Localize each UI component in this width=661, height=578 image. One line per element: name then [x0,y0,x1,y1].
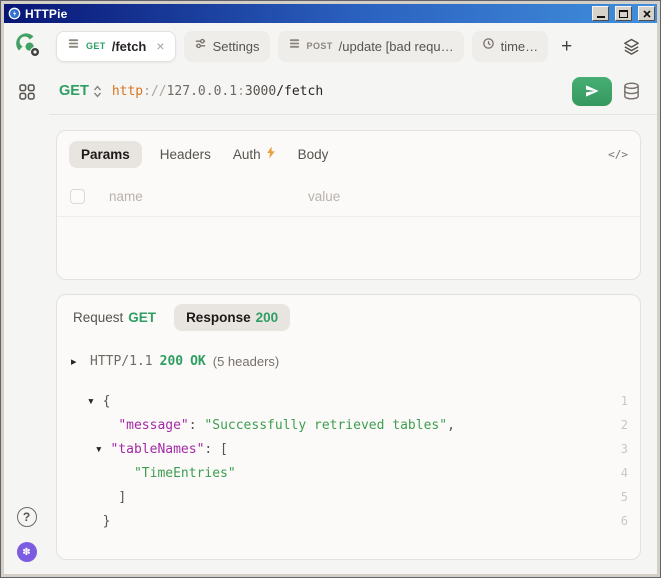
url-bar: GET http://127.0.0.1:3000/fetch [56,69,641,113]
maximize-button[interactable] [615,6,632,21]
account-avatar[interactable]: ✽ [17,542,37,562]
tab-response-view[interactable]: Response 200 [174,304,290,331]
url-scheme: http [112,84,143,99]
line-number: 2 [621,418,628,432]
response-panel-tabs: Request GET Response 200 [57,295,640,340]
collapse-arrow-icon[interactable]: ▸ [71,355,83,368]
code-line: "TimeEntries"4 [87,461,628,485]
method-label: GET [59,83,89,99]
line-number: 5 [621,490,628,504]
code-line: ▾ "tableNames": [3 [87,437,628,461]
status-headers-count: (5 headers) [213,354,279,369]
status-reason: OK [190,354,206,369]
method-dropdown-icon [93,85,102,98]
layers-icon [622,37,641,56]
param-name-input[interactable] [109,189,284,204]
code-view-toggle-icon[interactable]: </> [608,148,628,161]
line-number: 1 [621,394,628,408]
maximize-icon [619,10,628,18]
database-icon [622,81,641,102]
tab-request-view[interactable]: Request GET [69,304,160,331]
request-stack-icon [67,37,80,55]
param-value-input[interactable] [308,189,626,204]
environment-button[interactable] [622,81,641,102]
close-button[interactable] [638,6,655,21]
httpie-titlebar-icon [8,7,21,20]
response-panel: Request GET Response 200 ▸ HTTP/1.1 200 … [56,294,641,560]
minimize-icon [597,16,605,18]
url-input[interactable]: http://127.0.0.1:3000/fetch [112,84,562,99]
avatar-icon: ✽ [22,547,30,558]
tab-bar: GET /fetch × Settings POST /update [bad … [56,23,641,69]
close-icon [643,10,651,18]
tab-headers[interactable]: Headers [156,141,215,168]
url-path: /fetch [276,84,323,99]
tab-time[interactable]: time… [472,31,549,62]
app-window: HTTPie [0,0,661,578]
tab-get-fetch[interactable]: GET /fetch × [56,31,176,62]
tab-settings[interactable]: Settings [184,31,270,62]
fold-toggle-icon[interactable]: ▾ [95,442,103,457]
url-host: 127.0.0.1 [167,84,237,99]
response-status-line[interactable]: ▸ HTTP/1.1 200 OK (5 headers) [57,340,640,369]
tabs-overview-button[interactable] [622,37,641,56]
tab-params[interactable]: Params [69,141,142,168]
httpie-logo [13,30,41,58]
lightning-icon [266,146,276,162]
method-selector[interactable]: GET [59,83,102,99]
param-checkbox[interactable] [70,189,85,204]
code-line: "message": "Successfully retrieved table… [87,413,628,437]
status-code: 200 [160,354,183,369]
request-panel: Params Headers Auth Body </> [56,130,641,280]
tab-path-label: time… [501,39,539,54]
code-line: }6 [87,509,628,533]
titlebar[interactable]: HTTPie [4,4,657,23]
param-row [57,177,640,217]
tab-method-label: POST [307,41,333,51]
tab-auth[interactable]: Auth [229,140,280,168]
status-protocol: HTTP/1.1 [90,354,153,369]
minimize-button[interactable] [592,6,609,21]
close-tab-icon[interactable]: × [156,38,164,54]
request-stack-icon [288,37,301,55]
request-panel-tabs: Params Headers Auth Body </> [57,131,640,177]
clock-icon [482,37,495,55]
line-number: 3 [621,442,628,456]
main-area: GET /fetch × Settings POST /update [bad … [49,23,657,574]
app-body: ? ✽ GET /fetch × Settings [4,23,657,574]
tab-settings-label: Settings [213,39,260,54]
tab-auth-label: Auth [233,147,261,162]
fold-toggle-icon[interactable]: ▾ [87,394,95,409]
sliders-icon [194,37,207,55]
help-icon: ? [23,510,30,524]
tab-path-label: /fetch [112,39,147,54]
sidebar: ? ✽ [4,23,49,574]
tab-body[interactable]: Body [294,141,333,168]
line-number: 4 [621,466,628,480]
params-empty-area [57,217,640,279]
response-tab-status: 200 [256,310,279,325]
request-tab-method: GET [128,310,156,325]
url-separator: :// [143,84,166,99]
send-icon [584,83,600,99]
url-colon: : [237,84,245,99]
code-line: ▾ {1 [87,389,628,413]
line-number: 6 [621,514,628,528]
new-tab-button[interactable]: + [556,37,577,56]
tab-path-label: /update [bad requ… [339,39,454,54]
response-tab-label: Response [186,310,251,325]
tab-post-update[interactable]: POST /update [bad requ… [278,31,464,62]
request-tab-label: Request [73,310,123,325]
response-body[interactable]: ▾ {1 "message": "Successfully retrieved … [57,389,640,533]
window-title: HTTPie [25,7,586,21]
grid-icon [18,83,36,101]
url-port: 3000 [245,84,276,99]
tab-method-label: GET [86,41,106,51]
header-divider [49,114,657,115]
help-button[interactable]: ? [17,507,37,527]
code-line: ]5 [87,485,628,509]
send-button[interactable] [572,77,612,106]
apps-grid-button[interactable] [18,83,36,101]
